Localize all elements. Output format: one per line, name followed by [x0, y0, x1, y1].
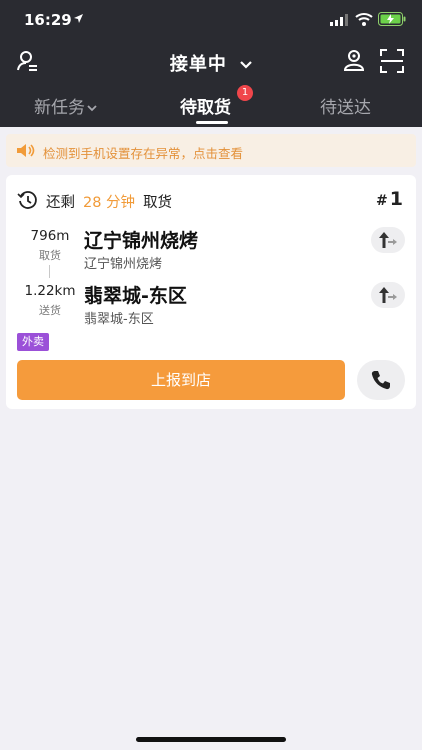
rider-location-icon[interactable]: [342, 49, 366, 73]
tab-pending-pickup[interactable]: 待取货: [180, 93, 231, 118]
order-card[interactable]: 还剩 28 分钟 取货 #1 796m 取货 1.22km 送货 辽宁锦州烧烤 辽宁…: [6, 175, 416, 409]
tab-new-tasks[interactable]: 新任务: [34, 93, 97, 118]
tab-pending-delivery[interactable]: 待送达: [320, 93, 371, 118]
cellular-signal-icon: [330, 14, 348, 26]
tab-label: 待送达: [320, 98, 371, 118]
navigation-turn-icon: [379, 232, 397, 248]
top-bar: 16:29 接单中 新任务 待取货 待送达 1: [0, 0, 422, 127]
order-number-value: 1: [389, 188, 403, 210]
navigate-pickup-button[interactable]: [371, 227, 405, 253]
wifi-icon: [355, 13, 373, 26]
battery-charging-icon: [378, 12, 406, 26]
delivery-distance: 1.22km: [24, 283, 76, 299]
order-number-hash: #: [376, 193, 388, 209]
call-button[interactable]: [357, 360, 405, 400]
chevron-down-icon: [87, 104, 97, 111]
active-tab-indicator: [196, 121, 228, 124]
tab-label: 新任务: [34, 98, 85, 118]
location-arrow-icon: [74, 14, 83, 23]
report-arrival-button[interactable]: 上报到店: [17, 360, 345, 400]
speaker-icon: [17, 144, 35, 157]
navigation-turn-icon: [379, 287, 397, 303]
order-type-tag: 外卖: [17, 333, 49, 351]
pickup-address: 辽宁锦州烧烤: [84, 257, 163, 272]
navigate-delivery-button[interactable]: [371, 282, 405, 308]
warning-text: 检测到手机设置存在异常，点击查看: [43, 146, 244, 161]
pickup-distance: 796m: [30, 228, 70, 244]
delivery-address: 翡翠城-东区: [84, 312, 154, 327]
order-number: #1: [376, 188, 403, 210]
countdown-prefix: 还剩: [46, 195, 75, 211]
work-status-label: 接单中: [169, 54, 227, 75]
clock-icon: [17, 191, 37, 209]
scan-icon[interactable]: [380, 49, 404, 73]
pickup-label: 取货: [39, 249, 61, 262]
status-bar: 16:29: [0, 0, 422, 40]
pickup-store-name: 辽宁锦州烧烤: [84, 230, 199, 252]
status-time: 16:29: [24, 11, 72, 29]
route-connector: [49, 265, 50, 278]
tab-count-badge: 1: [237, 85, 253, 101]
phone-icon: [371, 371, 390, 390]
chevron-down-icon: [240, 61, 252, 69]
tab-label: 待取货: [180, 98, 231, 118]
countdown-suffix: 取货: [143, 195, 173, 211]
pickup-countdown: 还剩 28 分钟 取货: [46, 191, 172, 212]
delivery-destination-name: 翡翠城-东区: [84, 285, 187, 307]
nav-row: 接单中: [0, 44, 422, 80]
countdown-time: 28 分钟: [83, 195, 136, 211]
delivery-label: 送货: [39, 304, 61, 317]
settings-warning-banner[interactable]: 检测到手机设置存在异常，点击查看: [6, 134, 416, 167]
home-indicator: [136, 737, 286, 742]
